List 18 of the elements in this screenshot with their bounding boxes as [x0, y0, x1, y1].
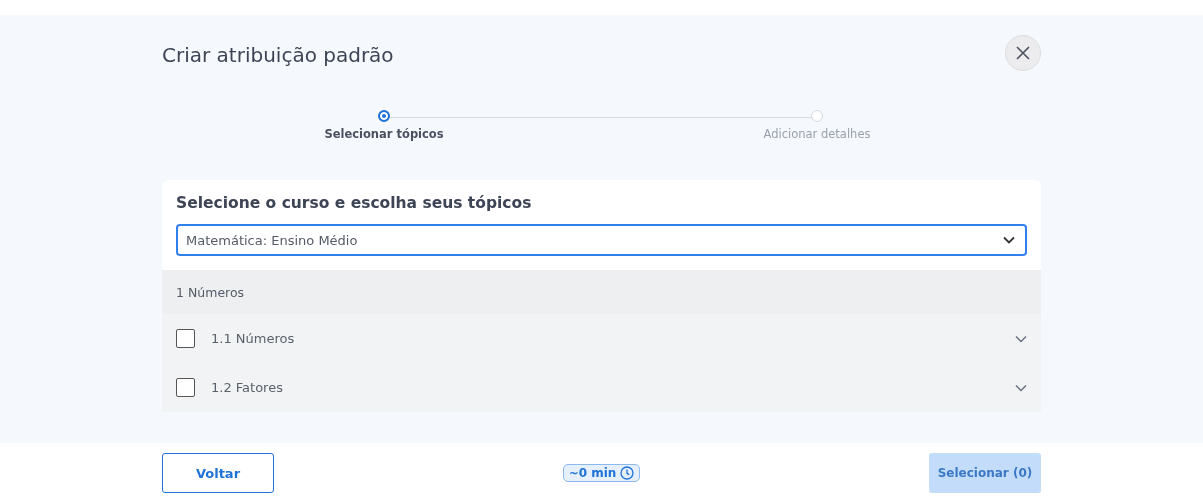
step-label: Selecionar tópicos [324, 127, 444, 141]
checkbox[interactable] [176, 329, 195, 348]
card-heading: Selecione o curso e escolha seus tópicos [176, 194, 533, 212]
dialog-title: Criar atribuição padrão [162, 43, 394, 67]
clock-icon [620, 466, 635, 480]
checkbox[interactable] [176, 378, 195, 397]
chevron-down-icon [1003, 236, 1015, 244]
section-header: 1 Números [162, 270, 1041, 314]
back-button[interactable]: Voltar [162, 453, 274, 493]
topic-label: 1.2 Fatores [211, 380, 284, 395]
close-icon [1015, 45, 1031, 61]
chevron-down-icon[interactable] [1015, 383, 1027, 392]
chevron-down-icon[interactable] [1015, 334, 1027, 343]
topic-label: 1.1 Números [211, 331, 296, 346]
course-select[interactable]: Matemática: Ensino Médio [176, 224, 1027, 256]
duration-badge: ~0 min [562, 464, 641, 482]
step-label: Adicionar detalhes [763, 127, 871, 141]
close-button[interactable] [1005, 35, 1041, 71]
